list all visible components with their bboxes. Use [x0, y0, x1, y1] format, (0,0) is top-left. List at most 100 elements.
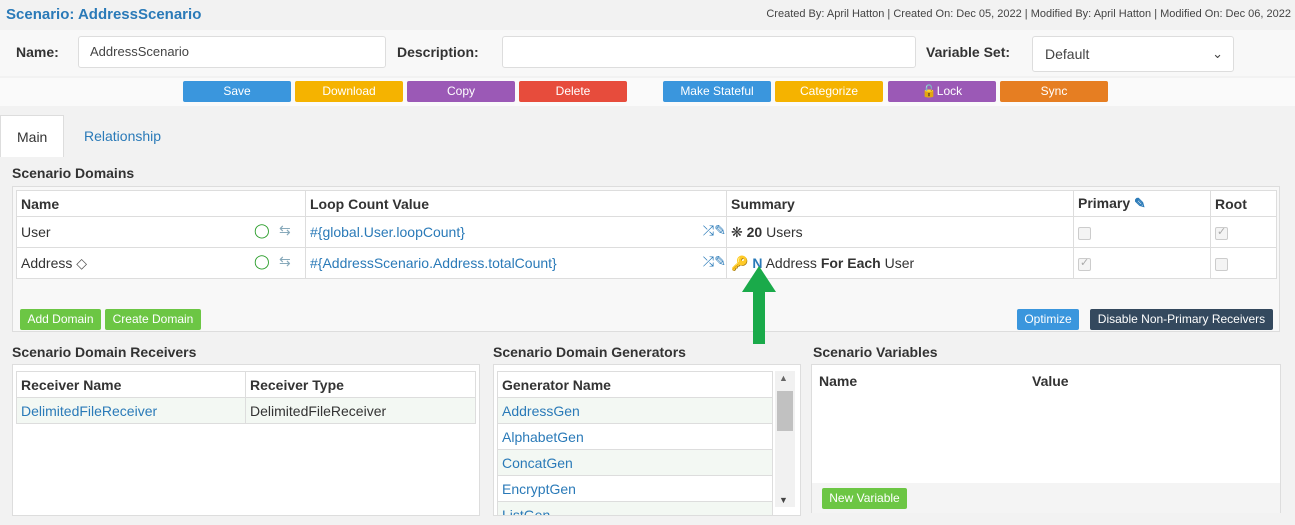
optimize-button[interactable]: Optimize — [1017, 309, 1079, 330]
make-stateful-button[interactable]: Make Stateful — [663, 81, 771, 102]
description-input[interactable] — [502, 36, 916, 68]
scenario-form: Name: AddressScenario Description: Varia… — [0, 30, 1295, 76]
lock-button[interactable]: 🔓Lock — [888, 81, 996, 102]
page-title: Scenario: AddressScenario — [6, 6, 202, 23]
generator-link[interactable]: AddressGen — [502, 403, 580, 419]
loop-value-link[interactable]: #{AddressScenario.Address.totalCount} — [310, 255, 557, 271]
root-cell — [1210, 247, 1277, 279]
repeat-icon[interactable]: ⇆ — [279, 222, 291, 239]
column-header: Root — [1210, 190, 1277, 217]
sync-button[interactable]: Sync — [1000, 81, 1108, 102]
categorize-button[interactable]: Categorize — [775, 81, 883, 102]
primary-cell — [1073, 247, 1211, 279]
description-label: Description: — [397, 44, 479, 60]
column-header: Summary — [726, 190, 1074, 217]
table-row: ConcatGen — [497, 449, 773, 476]
receiver-name-cell: DelimitedFileReceiver — [16, 397, 246, 424]
generator-link[interactable]: AlphabetGen — [502, 429, 584, 445]
receivers-title: Scenario Domain Receivers — [12, 344, 197, 360]
shuffle-icon[interactable]: ⤮ — [703, 222, 714, 239]
column-header: Name — [16, 190, 306, 217]
variable-set-label: Variable Set: — [926, 44, 1011, 60]
copy-button[interactable]: Copy — [407, 81, 515, 102]
generators-title: Scenario Domain Generators — [493, 344, 686, 360]
variables-name-header: Name — [819, 373, 858, 389]
scroll-up-icon[interactable]: ▲ — [779, 373, 788, 383]
summary-cell: 🔑 N Address For Each User — [726, 247, 1074, 279]
create-domain-button[interactable]: Create Domain — [105, 309, 201, 330]
variables-title: Scenario Variables — [813, 344, 938, 360]
summary-bold: For Each — [820, 254, 881, 271]
receiver-name-link[interactable]: DelimitedFileReceiver — [21, 403, 157, 419]
save-button[interactable]: Save — [183, 81, 291, 102]
scroll-down-icon[interactable]: ▼ — [779, 495, 788, 505]
audit-info: Created By: April Hatton | Created On: D… — [766, 8, 1291, 20]
summary-cell: ❋ 20 Users — [726, 216, 1074, 248]
root-checkbox[interactable] — [1215, 257, 1228, 271]
generator-link[interactable]: ConcatGen — [502, 455, 573, 471]
variables-panel: Name Value New Variable — [811, 364, 1281, 513]
add-domain-button[interactable]: Add Domain — [20, 309, 101, 330]
table-row: User ◯ ⇆ #{global.User.loopCount} ⤮ ✎ ❋ … — [16, 216, 1277, 248]
tag-icon: ◇ — [76, 254, 88, 271]
column-header: Receiver Type — [245, 371, 476, 398]
pencil-icon[interactable]: ✎ — [714, 253, 726, 270]
name-input[interactable]: AddressScenario — [78, 36, 386, 68]
variable-set-select[interactable]: Default ⌄ — [1032, 36, 1234, 72]
column-header: Receiver Name — [16, 371, 246, 398]
summary-header-label: Summary — [731, 195, 795, 212]
repeat-icon[interactable]: ⇆ — [279, 253, 291, 270]
delete-button[interactable]: Delete — [519, 81, 627, 102]
receivers-panel: Receiver Name Receiver Type DelimitedFil… — [12, 364, 480, 516]
lifebuoy-icon[interactable]: ◯ — [254, 222, 270, 239]
scrollbar-thumb[interactable] — [777, 391, 793, 431]
column-header: Loop Count Value — [305, 190, 727, 217]
variables-value-header: Value — [1032, 373, 1069, 389]
generator-link[interactable]: EncryptGen — [502, 481, 576, 497]
table-row: EncryptGen — [497, 475, 773, 502]
lifebuoy-icon[interactable]: ◯ — [254, 253, 270, 270]
tab-main[interactable]: Main — [0, 115, 64, 157]
domain-name: User — [21, 224, 51, 240]
shuffle-icon[interactable]: ⤮ — [703, 253, 714, 270]
column-header: Primary ✎ — [1073, 190, 1211, 217]
summary-end: User — [880, 254, 915, 271]
summary-count: 20 — [746, 223, 763, 240]
column-header: Generator Name — [497, 371, 773, 398]
lock-button-label: Lock — [936, 84, 963, 98]
loop-value-link[interactable]: #{global.User.loopCount} — [310, 224, 465, 240]
download-button[interactable]: Download — [295, 81, 403, 102]
domain-name: Address — [21, 254, 73, 271]
table-header-row: Generator Name — [497, 371, 773, 398]
variable-set-value: Default — [1045, 46, 1090, 62]
table-row: Address ◇ ◯ ⇆ #{AddressScenario.Address.… — [16, 247, 1277, 279]
primary-cell — [1073, 216, 1211, 248]
generator-link[interactable]: ListGen — [502, 507, 550, 516]
receivers-table: Receiver Name Receiver Type DelimitedFil… — [16, 371, 476, 424]
page-header: Scenario: AddressScenario Created By: Ap… — [0, 0, 1295, 30]
disable-receivers-button[interactable]: Disable Non-Primary Receivers — [1090, 309, 1273, 330]
unlock-icon: 🔓 — [921, 84, 937, 98]
tab-relationship[interactable]: Relationship — [68, 115, 177, 157]
variables-footer: New Variable — [812, 483, 1280, 513]
pencil-icon[interactable]: ✎ — [714, 222, 726, 239]
tab-bar: Main Relationship — [0, 113, 1295, 157]
primary-checkbox[interactable] — [1078, 256, 1091, 271]
table-header-row: Receiver Name Receiver Type — [16, 371, 476, 398]
annotation-arrow — [742, 266, 776, 344]
table-row: AlphabetGen — [497, 423, 773, 450]
chevron-down-icon: ⌄ — [1212, 46, 1223, 61]
generators-panel: Generator Name AddressGen AlphabetGen Co… — [493, 364, 801, 516]
scrollbar[interactable]: ▲ ▼ — [775, 371, 795, 507]
primary-checkbox[interactable] — [1078, 226, 1091, 240]
primary-header-label: Primary — [1078, 195, 1131, 211]
domains-table: Name Loop Count Value Summary Primary ✎ … — [16, 190, 1277, 279]
new-variable-button[interactable]: New Variable — [822, 488, 907, 509]
summary-text: Users — [762, 223, 803, 240]
root-checkbox[interactable] — [1215, 225, 1228, 240]
table-header-row: Name Loop Count Value Summary Primary ✎ … — [16, 190, 1277, 217]
name-label: Name: — [16, 44, 59, 60]
edit-icon[interactable]: ✎ — [1134, 195, 1146, 211]
domain-name-cell: User ◯ ⇆ — [16, 216, 306, 248]
domains-title: Scenario Domains — [12, 165, 135, 181]
